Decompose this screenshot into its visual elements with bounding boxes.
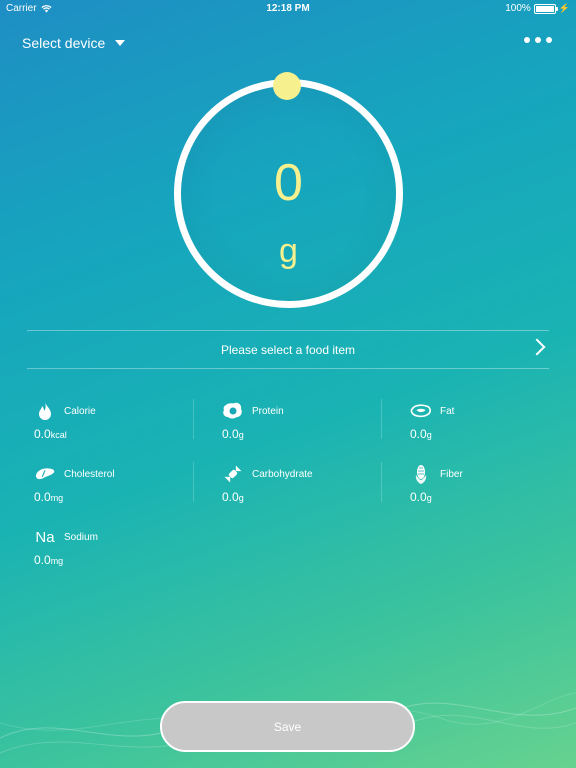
chevron-right-icon bbox=[528, 338, 546, 356]
column-divider bbox=[193, 462, 194, 502]
nutrient-label: Calorie bbox=[64, 405, 96, 417]
nutrient-value: 0.0 bbox=[34, 553, 51, 567]
nutrient-value: 0.0 bbox=[34, 427, 51, 441]
save-button[interactable]: Save bbox=[160, 701, 415, 752]
dial-knob[interactable] bbox=[273, 72, 301, 100]
nutrient-unit: kcal bbox=[50, 430, 67, 440]
nutrient-unit: mg bbox=[50, 493, 64, 503]
chevron-down-icon bbox=[115, 40, 126, 46]
food-select-row[interactable]: Please select a food item bbox=[27, 331, 549, 368]
weight-value: 0 bbox=[274, 154, 303, 212]
nutrient-value: 0.0 bbox=[410, 427, 427, 441]
device-select-dropdown[interactable]: Select device bbox=[22, 35, 126, 51]
nutrient-calorie: Calorie 0.0kcal bbox=[34, 401, 184, 441]
flame-icon bbox=[34, 401, 56, 421]
dot bbox=[546, 37, 552, 43]
nutrient-label: Fiber bbox=[440, 468, 463, 480]
column-divider bbox=[193, 399, 194, 439]
column-divider bbox=[381, 399, 382, 439]
nutrient-label: Cholesterol bbox=[64, 468, 115, 480]
corn-icon bbox=[410, 464, 432, 484]
battery-icon bbox=[533, 3, 558, 14]
nutrient-label: Fat bbox=[440, 405, 455, 417]
nutrient-unit: g bbox=[426, 430, 432, 440]
liver-icon bbox=[34, 464, 56, 484]
nutrient-unit: g bbox=[238, 493, 244, 503]
sodium-icon: Na bbox=[35, 528, 55, 546]
clock: 12:18 PM bbox=[266, 3, 310, 14]
device-select-label: Select device bbox=[22, 35, 106, 51]
nutrient-fat: Fat 0.0g bbox=[410, 401, 560, 441]
nutrient-fiber: Fiber 0.0g bbox=[410, 464, 560, 504]
column-divider bbox=[381, 462, 382, 502]
nutrient-sodium: Na Sodium 0.0mg bbox=[34, 527, 184, 568]
battery-percent: 100% bbox=[505, 3, 531, 14]
dot bbox=[535, 37, 541, 43]
egg-icon bbox=[222, 401, 244, 421]
nutrient-value: 0.0 bbox=[410, 490, 427, 504]
more-options-button[interactable] bbox=[524, 37, 552, 43]
weight-unit: g bbox=[279, 232, 298, 270]
nutrient-label: Carbohydrate bbox=[252, 468, 313, 480]
nutrient-unit: g bbox=[426, 493, 432, 503]
nutrient-label: Protein bbox=[252, 405, 284, 417]
status-right: 100% ⚡ bbox=[505, 3, 570, 14]
nutrient-value: 0.0 bbox=[34, 490, 51, 504]
nutrient-protein: Protein 0.0g bbox=[222, 401, 372, 441]
food-select-label: Please select a food item bbox=[220, 342, 356, 357]
steak-icon bbox=[410, 401, 432, 421]
charging-icon: ⚡ bbox=[558, 3, 570, 13]
divider bbox=[27, 368, 549, 369]
weight-dial: 0 g bbox=[174, 72, 403, 308]
nutrient-value: 0.0 bbox=[222, 490, 239, 504]
candy-icon bbox=[222, 464, 244, 484]
nutrient-carbohydrate: Carbohydrate 0.0g bbox=[222, 464, 372, 504]
status-bar: Carrier 12:18 PM 100% ⚡ bbox=[0, 0, 576, 18]
nutrient-unit: g bbox=[238, 430, 244, 440]
dot bbox=[524, 37, 530, 43]
nutrient-label: Sodium bbox=[64, 531, 98, 543]
nutrient-unit: mg bbox=[50, 556, 64, 566]
nutrient-cholesterol: Cholesterol 0.0mg bbox=[34, 464, 184, 504]
nutrient-value: 0.0 bbox=[222, 427, 239, 441]
